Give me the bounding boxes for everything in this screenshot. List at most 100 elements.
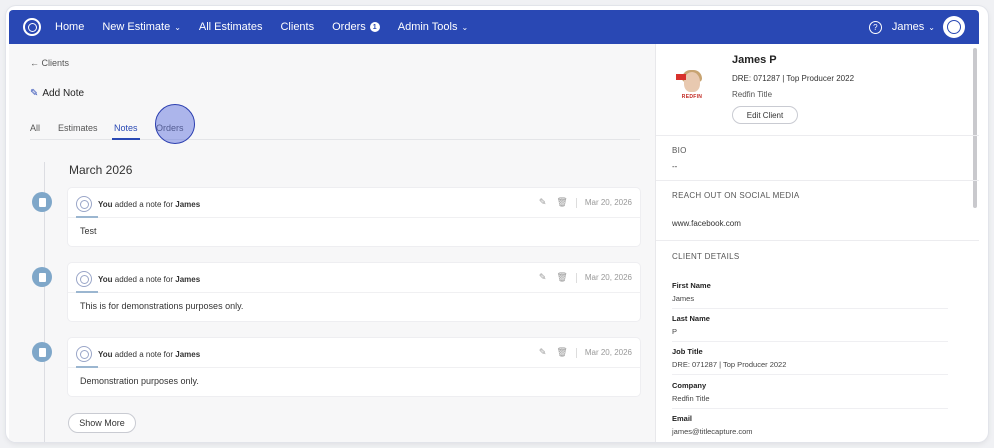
brand-text: REDFIN xyxy=(681,94,703,100)
note-icon xyxy=(32,342,52,362)
note-action-text: added a note for xyxy=(114,274,174,284)
nav-admin-tools[interactable]: Admin Tools ⌄ xyxy=(398,21,468,33)
back-to-clients-link[interactable]: ← Clients xyxy=(30,58,69,68)
note-author: You xyxy=(98,349,113,359)
client-dre: DRE: 071287 | Top Producer 2022 xyxy=(732,74,855,83)
show-more-button[interactable]: Show More xyxy=(68,413,136,433)
nav-clients[interactable]: Clients xyxy=(280,21,314,33)
divider xyxy=(656,135,979,136)
bio-label: BIO xyxy=(672,146,687,155)
note-body: This is for demonstrations purposes only… xyxy=(80,301,244,311)
avatar xyxy=(76,346,92,362)
note-accent xyxy=(76,291,98,293)
pencil-icon: ✎ xyxy=(30,88,39,99)
divider xyxy=(672,408,948,409)
field-label-first-name: First Name xyxy=(672,281,711,290)
click-indicator xyxy=(155,104,195,144)
note-icon xyxy=(32,192,52,212)
edit-icon[interactable]: ✎ xyxy=(539,272,547,283)
note-card: You added a note for James ✎ 🗑 Mar 20, 2… xyxy=(68,263,640,321)
note-title: You added a note for James xyxy=(98,275,200,284)
chevron-down-icon: ⌄ xyxy=(174,22,181,32)
note-actions: ✎ 🗑 Mar 20, 2026 xyxy=(529,347,632,358)
note-title: You added a note for James xyxy=(98,200,200,209)
trash-icon[interactable]: 🗑 xyxy=(556,272,567,283)
user-avatar[interactable] xyxy=(943,16,965,38)
nav-all-estimates-label: All Estimates xyxy=(198,21,263,33)
nav-all-estimates[interactable]: All Estimates xyxy=(199,21,263,33)
month-heading: March 2026 xyxy=(69,163,133,177)
help-icon[interactable]: ? xyxy=(868,20,882,34)
edit-icon[interactable]: ✎ xyxy=(539,347,547,358)
trash-icon[interactable]: 🗑 xyxy=(556,347,567,358)
field-label-job-title: Job Title xyxy=(672,347,703,356)
orders-count-badge: 1 xyxy=(369,22,380,32)
note-header: You added a note for James ✎ 🗑 Mar 20, 2… xyxy=(76,344,632,364)
social-link[interactable]: www.facebook.com xyxy=(672,219,741,228)
field-value-first-name: James xyxy=(672,294,695,303)
client-details-panel: REDFIN James P DRE: 071287 | Top Produce… xyxy=(655,44,979,442)
edit-client-button[interactable]: Edit Client xyxy=(732,106,798,124)
nav-new-estimate[interactable]: New Estimate ⌄ xyxy=(102,21,181,33)
nav-admin-tools-label: Admin Tools xyxy=(397,21,458,33)
nav-home[interactable]: Home xyxy=(55,21,84,33)
divider xyxy=(656,180,979,181)
user-menu[interactable]: James ⌄ xyxy=(892,21,935,33)
trash-icon[interactable]: 🗑 xyxy=(556,197,567,208)
top-navbar: Home New Estimate ⌄ All Estimates Clients… xyxy=(9,10,979,44)
social-label: REACH OUT ON SOCIAL MEDIA xyxy=(672,191,800,200)
client-activity-panel: ← Clients ✎ Add Note All Estimates Notes… xyxy=(9,44,655,442)
note-header: You added a note for James ✎ 🗑 Mar 20, 2… xyxy=(76,269,632,289)
add-note-label: Add Note xyxy=(42,88,85,99)
client-details-label: CLIENT DETAILS xyxy=(672,252,740,261)
note-accent xyxy=(76,216,98,218)
note-icon xyxy=(32,267,52,287)
note-author: You xyxy=(98,274,113,284)
note-actions: ✎ 🗑 Mar 20, 2026 xyxy=(529,272,632,283)
field-label-email: Email xyxy=(672,414,693,423)
divider xyxy=(656,240,979,241)
client-name: James P xyxy=(732,54,777,66)
tab-all[interactable]: All xyxy=(30,123,40,133)
divider xyxy=(575,272,577,283)
note-action-text: added a note for xyxy=(114,349,174,359)
client-photo: REDFIN xyxy=(676,70,706,102)
field-label-company: Company xyxy=(672,381,707,390)
nav-orders[interactable]: Orders 1 xyxy=(332,21,380,33)
divider xyxy=(672,341,948,342)
note-action-text: added a note for xyxy=(114,199,174,209)
bio-value: -- xyxy=(672,162,678,171)
note-actions: ✎ 🗑 Mar 20, 2026 xyxy=(529,197,632,208)
divider xyxy=(68,217,640,218)
tab-notes[interactable]: Notes xyxy=(112,123,140,140)
note-date: Mar 20, 2026 xyxy=(584,348,632,357)
note-card: You added a note for James ✎ 🗑 Mar 20, 2… xyxy=(68,188,640,246)
note-body: Demonstration purposes only. xyxy=(80,376,199,386)
divider xyxy=(68,367,640,368)
note-date: Mar 20, 2026 xyxy=(584,273,632,282)
note-card: You added a note for James ✎ 🗑 Mar 20, 2… xyxy=(68,338,640,396)
divider xyxy=(575,347,577,358)
client-company: Redfin Title xyxy=(732,90,773,99)
divider xyxy=(575,197,577,208)
field-value-email: james@titlecapture.com xyxy=(672,427,753,436)
field-value-job-title: DRE: 071287 | Top Producer 2022 xyxy=(672,360,787,369)
chevron-down-icon: ⌄ xyxy=(928,22,935,32)
nav-home-label: Home xyxy=(55,21,85,33)
note-client: James xyxy=(175,349,201,359)
add-note-button[interactable]: ✎ Add Note xyxy=(30,88,84,99)
app-window: Home New Estimate ⌄ All Estimates Clients… xyxy=(6,6,988,442)
tab-estimates[interactable]: Estimates xyxy=(58,123,98,133)
chevron-down-icon: ⌄ xyxy=(461,22,469,32)
activity-tabs: All Estimates Notes Orders xyxy=(30,118,640,140)
nav-orders-label: Orders xyxy=(332,21,366,33)
edit-icon[interactable]: ✎ xyxy=(539,197,547,208)
field-value-last-name: P xyxy=(672,327,678,336)
scrollbar[interactable] xyxy=(973,48,977,208)
nav-new-estimate-label: New Estimate xyxy=(102,21,171,33)
divider xyxy=(672,374,948,375)
note-header: You added a note for James ✎ 🗑 Mar 20, 2… xyxy=(76,194,632,214)
divider xyxy=(672,308,948,309)
note-client: James xyxy=(175,274,201,284)
app-logo-icon[interactable] xyxy=(23,18,41,36)
